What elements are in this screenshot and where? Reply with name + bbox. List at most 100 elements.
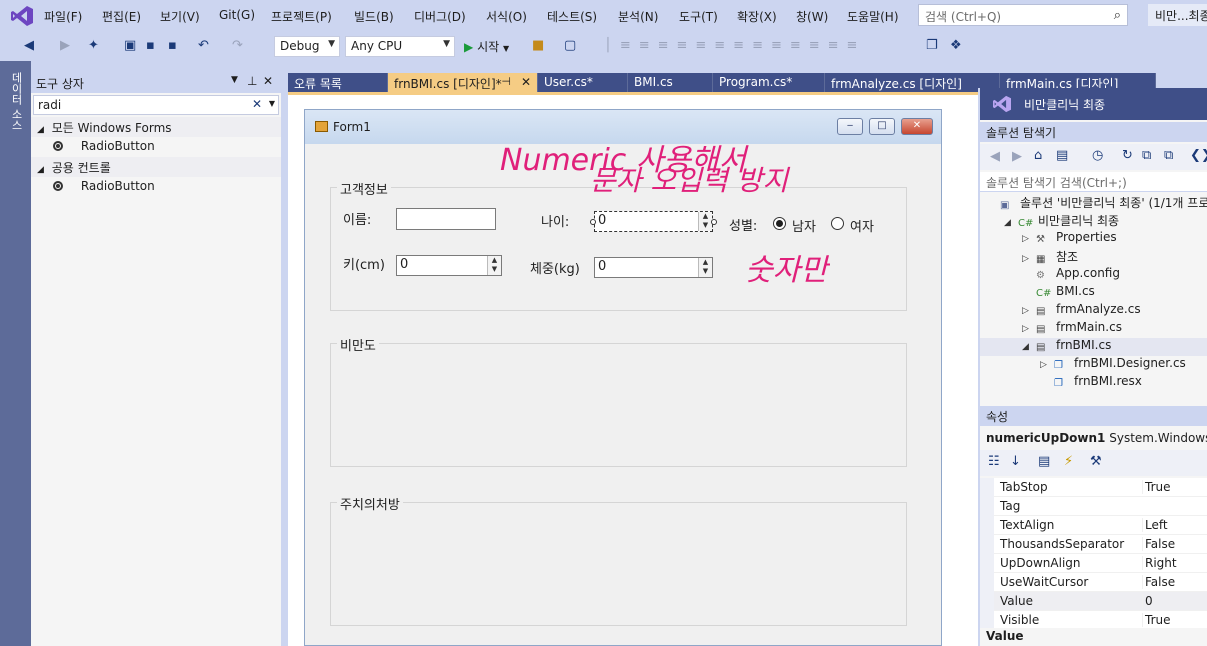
pin-icon[interactable]: ⊥ (247, 74, 257, 88)
toolbox-group[interactable]: ◢ 공용 컨트롤 (31, 157, 281, 177)
undo-icon[interactable]: ↶ (198, 38, 209, 53)
document-tab[interactable]: frmAnalyze.cs [디자인] (825, 73, 1000, 93)
close-icon[interactable]: ✕ (901, 118, 933, 135)
property-row[interactable]: ThousandsSeparator False (980, 535, 1207, 554)
close-icon[interactable]: ✕ (521, 75, 531, 89)
project-name-badge[interactable]: 비만...최종 (1148, 4, 1207, 26)
solution-platform-dropdown[interactable]: Any CPU ▼ (345, 36, 455, 57)
property-value[interactable]: True (1142, 480, 1171, 494)
menu-item[interactable]: 창(W) (796, 8, 828, 25)
properties-object-selector[interactable]: numericUpDown1 System.Windows.Forms.Nume… (980, 428, 1207, 448)
forward-icon[interactable]: ▶ (1012, 149, 1022, 164)
chevron-down-icon[interactable]: ▼ (231, 75, 238, 85)
close-icon[interactable]: ✕ (263, 74, 273, 88)
female-radio-button[interactable] (831, 217, 844, 230)
format-icon[interactable]: ❖ (950, 38, 962, 53)
toolbox-item-radiobutton[interactable]: RadioButton (31, 177, 281, 197)
menu-item[interactable]: 도구(T) (679, 8, 718, 25)
save-all-icon[interactable]: ▪ (168, 38, 177, 53)
document-tab[interactable]: User.cs* (538, 73, 628, 93)
search-input[interactable]: 검색 (Ctrl+Q) ⌕ (918, 4, 1128, 26)
collapse-all-icon[interactable]: ⧉ (1142, 148, 1151, 163)
solution-tree-item[interactable]: ◢ C# 비만클리닉 최종 (980, 212, 1207, 230)
tab-order-icon[interactable]: ❐ (926, 38, 938, 53)
property-value[interactable]: 0 (1142, 594, 1153, 608)
toolbox-search-input[interactable]: radi ✕ ▼ (33, 95, 279, 115)
solution-tree-item[interactable]: ▷ ❐ frnBMI.Designer.cs (980, 356, 1207, 374)
forward-icon[interactable]: ▶ (60, 38, 70, 53)
solution-tree-item[interactable]: ⚙ App.config (980, 266, 1207, 284)
show-all-files-icon[interactable]: ⧉ (1164, 148, 1173, 163)
solution-tree-item[interactable]: ▷ ▤ frmMain.cs (980, 320, 1207, 338)
document-tab[interactable]: BMI.cs (628, 73, 713, 93)
solution-tree-item[interactable]: ▷ ▤ frmAnalyze.cs (980, 302, 1207, 320)
property-row[interactable]: TabStop True (980, 478, 1207, 497)
minimize-icon[interactable]: ‒ (837, 118, 863, 135)
categorized-icon[interactable]: ☷ (988, 454, 1000, 469)
property-value[interactable]: False (1142, 575, 1175, 589)
refresh-icon[interactable]: ↻ (1122, 148, 1133, 163)
expand-arrow-icon[interactable]: ▷ (1022, 324, 1036, 334)
data-sources-tab[interactable]: 데이터 소스 (8, 72, 24, 131)
property-row[interactable]: Value 0 (980, 592, 1207, 611)
menu-item[interactable]: 디버그(D) (414, 8, 466, 25)
view-code-icon[interactable]: ❮❯ (1190, 148, 1207, 163)
maximize-icon[interactable]: □ (869, 118, 895, 135)
pin-icon[interactable]: ⊣ (501, 75, 511, 88)
properties-icon[interactable]: ▤ (1038, 454, 1050, 469)
property-value[interactable]: False (1142, 537, 1175, 551)
solution-config-dropdown[interactable]: Debug ▼ (274, 36, 340, 57)
document-tab[interactable]: Program.cs* (713, 73, 825, 93)
panel-splitter[interactable] (281, 73, 288, 646)
menu-item[interactable]: 파일(F) (44, 8, 82, 25)
document-tab[interactable]: frnBMI.cs [디자인]* ⊣ ✕ (388, 73, 538, 93)
redo-icon[interactable]: ↷ (232, 38, 243, 53)
solution-explorer-search-input[interactable]: 솔루션 탐색기 검색(Ctrl+;) (980, 172, 1207, 192)
menu-item[interactable]: 편집(E) (102, 8, 141, 25)
clear-icon[interactable]: ✕ (252, 97, 262, 111)
switch-views-icon[interactable]: ▤ (1056, 148, 1068, 163)
toolbox-item-radiobutton[interactable]: RadioButton (31, 137, 281, 157)
solution-tree-item[interactable]: ▣ 솔루션 '비만클리닉 최종' (1/1개 프로젝트) (980, 194, 1207, 212)
height-numeric-updown[interactable]: 0 ▲ ▼ (396, 255, 502, 276)
property-row[interactable]: UseWaitCursor False (980, 573, 1207, 592)
menu-item[interactable]: 분석(N) (618, 8, 658, 25)
menu-item[interactable]: Git(G) (219, 8, 255, 22)
start-debug-button[interactable]: ▶ 시작 ▼ (464, 38, 509, 55)
expand-arrow-icon[interactable]: ▷ (1022, 234, 1036, 244)
property-row[interactable]: Tag (980, 497, 1207, 516)
chevron-down-icon[interactable]: ▼ (269, 99, 275, 108)
solution-tree-item[interactable]: ▷ ▦ 참조 (980, 248, 1207, 266)
open-file-icon[interactable]: ▣ (124, 38, 136, 53)
history-icon[interactable]: ◷ (1092, 148, 1103, 163)
solution-tree-item[interactable]: ▷ ⚒ Properties (980, 230, 1207, 248)
expand-arrow-icon[interactable]: ▷ (1022, 306, 1036, 316)
menu-item[interactable]: 테스트(S) (547, 8, 597, 25)
alphabetical-icon[interactable]: ↓ (1010, 454, 1021, 469)
toolbox-group[interactable]: ◢ 모든 Windows Forms (31, 117, 281, 137)
menu-item[interactable]: 프로젝트(P) (271, 8, 332, 25)
solution-tree-item[interactable]: C# BMI.cs (980, 284, 1207, 302)
name-textbox[interactable] (396, 208, 496, 230)
collapse-arrow-icon[interactable]: ◢ (1022, 342, 1036, 352)
back-icon[interactable]: ◀ (990, 149, 1000, 164)
solution-tree-item[interactable]: ◢ ▤ frnBMI.cs (980, 338, 1207, 356)
property-pages-icon[interactable]: ⚒ (1090, 454, 1102, 469)
events-icon[interactable]: ⚡ (1064, 454, 1073, 469)
menu-item[interactable]: 도움말(H) (847, 8, 899, 25)
property-value[interactable]: Right (1142, 556, 1177, 570)
save-icon[interactable]: ▪ (146, 38, 155, 53)
document-tab[interactable]: 오류 목록 (288, 73, 388, 93)
back-icon[interactable]: ◀ (24, 38, 34, 53)
solution-tree-item[interactable]: ❐ frnBMI.resx (980, 374, 1207, 392)
property-row[interactable]: TextAlign Left (980, 516, 1207, 535)
collapse-arrow-icon[interactable]: ◢ (1004, 218, 1018, 228)
menu-item[interactable]: 서식(O) (486, 8, 527, 25)
property-value[interactable]: True (1142, 613, 1171, 627)
designer-view-icon[interactable]: ▢ (564, 38, 576, 53)
expand-arrow-icon[interactable]: ▷ (1040, 360, 1054, 370)
menu-item[interactable]: 확장(X) (737, 8, 777, 25)
property-value[interactable]: Left (1142, 518, 1168, 532)
menu-item[interactable]: 보기(V) (160, 8, 200, 25)
home-icon[interactable]: ⌂ (1034, 148, 1042, 163)
